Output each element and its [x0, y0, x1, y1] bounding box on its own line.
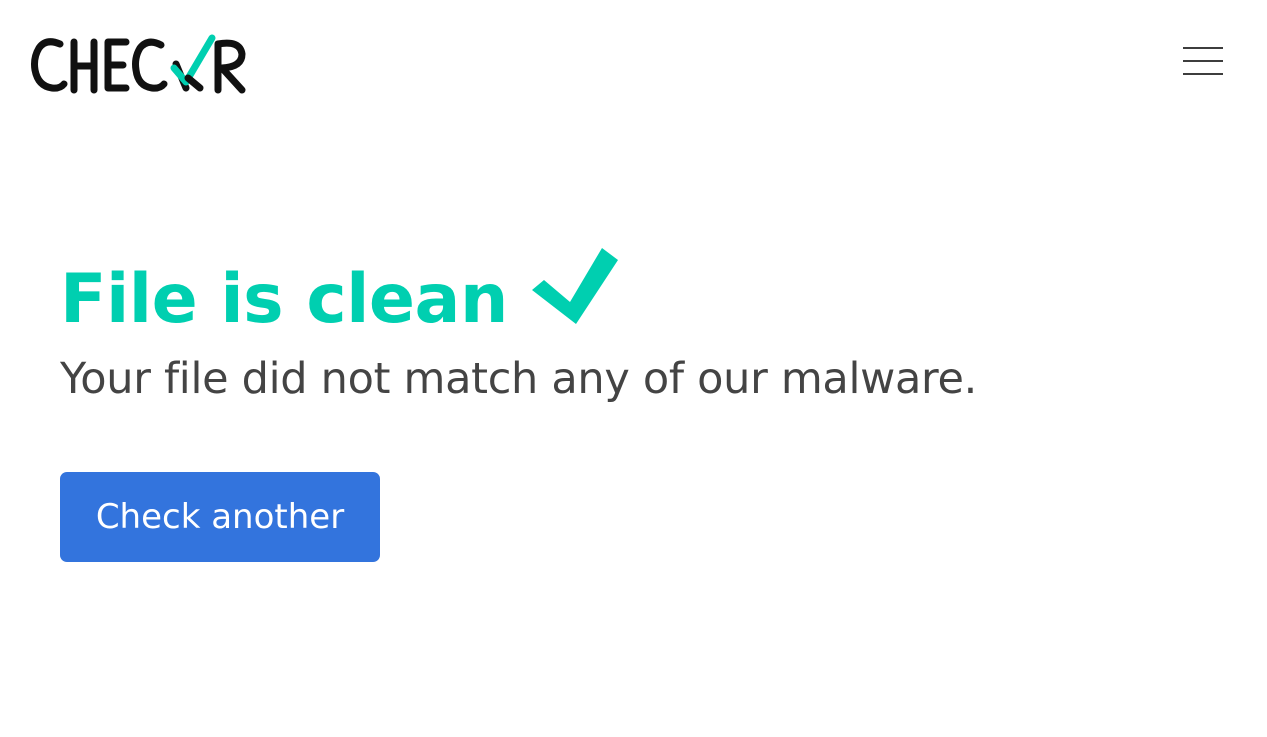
result-subtitle: Your file did not match any of our malwa…: [60, 354, 977, 404]
checkmark-icon: [530, 246, 620, 328]
page: File is clean Your file did not match an…: [0, 0, 1267, 737]
checkr-logo-mark: [31, 34, 246, 94]
scan-result: File is clean Your file did not match an…: [60, 246, 977, 403]
result-title: File is clean: [60, 260, 508, 339]
hamburger-menu-button[interactable]: [1170, 36, 1236, 88]
check-another-button[interactable]: Check another: [60, 472, 380, 562]
result-title-row: File is clean: [60, 246, 977, 334]
checkr-logo[interactable]: [30, 30, 250, 100]
